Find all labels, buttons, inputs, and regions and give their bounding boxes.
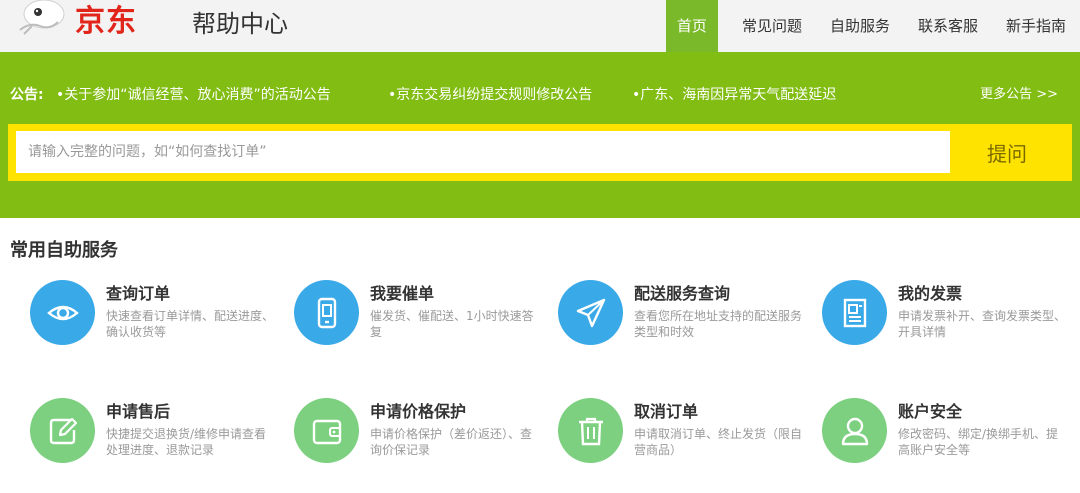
nav-beginner-guide[interactable]: 新手指南 — [992, 0, 1080, 52]
service-description: 申请发票补开、查询发票类型、开具详情 — [898, 309, 1067, 339]
service-title: 申请售后 — [106, 402, 171, 421]
service-title: 配送服务查询 — [634, 284, 731, 303]
service-title: 查询订单 — [106, 284, 171, 303]
service-icon-circle — [822, 280, 887, 345]
service-description: 快速查看订单详情、配送进度、确认收货等 — [106, 309, 275, 339]
hero-banner: 公告: •关于参加“诚信经营、放心消费”的活动公告 •京东交易纠纷提交规则修改公… — [0, 52, 1080, 218]
service-title: 申请价格保护 — [370, 402, 467, 421]
service-description: 申请取消订单、终止发货（限自营商品） — [634, 427, 803, 457]
service-icon-circle — [822, 398, 887, 463]
top-nav: 首页 常见问题 自助服务 联系客服 新手指南 — [665, 0, 1080, 52]
service-title: 取消订单 — [634, 402, 699, 421]
service-title: 账户安全 — [898, 402, 963, 421]
service-icon-circle — [30, 398, 95, 463]
service-after-sale[interactable]: 申请售后 快捷提交退换货/维修申请查看处理进度、退款记录 — [30, 398, 280, 478]
notice-link[interactable]: •广东、海南因异常天气配送延迟 — [632, 80, 836, 110]
question-search-input[interactable] — [16, 131, 950, 173]
nav-faq[interactable]: 常见问题 — [728, 0, 816, 52]
notice-link[interactable]: •关于参加“诚信经营、放心消费”的活动公告 — [56, 80, 331, 110]
header: 京东 帮助中心 首页 常见问题 自助服务 联系客服 新手指南 — [0, 0, 1080, 52]
search-box: 提问 — [8, 124, 1072, 181]
service-title: 我的发票 — [898, 284, 963, 303]
more-notices-link[interactable]: 更多公告 >> — [980, 80, 1058, 110]
edit-icon — [49, 417, 77, 444]
service-query-order[interactable]: 查询订单 快速查看订单详情、配送进度、确认收货等 — [30, 280, 280, 360]
service-my-invoice[interactable]: 我的发票 申请发票补开、查询发票类型、开具详情 — [822, 280, 1072, 360]
notice-label: 公告: — [10, 87, 44, 103]
service-description: 修改密码、绑定/换绑手机、提高账户安全等 — [898, 427, 1059, 457]
service-cancel-order[interactable]: 取消订单 申请取消订单、终止发货（限自营商品） — [558, 398, 808, 478]
brand-logo[interactable]: 京东 — [75, 2, 137, 42]
service-title: 我要催单 — [370, 284, 435, 303]
nav-contact-support[interactable]: 联系客服 — [904, 0, 992, 52]
service-description: 快捷提交退换货/维修申请查看处理进度、退款记录 — [106, 427, 267, 457]
service-account-security[interactable]: 账户安全 修改密码、绑定/换绑手机、提高账户安全等 — [822, 398, 1072, 478]
notice-link[interactable]: •京东交易纠纷提交规则修改公告 — [388, 80, 592, 110]
ask-button[interactable]: 提问 — [950, 131, 1064, 173]
service-icon-circle — [294, 280, 359, 345]
service-icon-circle — [558, 398, 623, 463]
user-icon — [841, 417, 868, 445]
service-urge-order[interactable]: 我要催单 催发货、催配送、1小时快速答复 — [294, 280, 544, 360]
service-description: 催发货、催配送、1小时快速答复 — [370, 309, 534, 339]
service-price-protection[interactable]: 申请价格保护 申请价格保护（差价返还）、查询价保记录 — [294, 398, 544, 478]
service-delivery-query[interactable]: 配送服务查询 查看您所在地址支持的配送服务类型和时效 — [558, 280, 808, 360]
section-title: 常用自助服务 — [10, 240, 118, 261]
jd-mascot-logo[interactable] — [10, 0, 70, 40]
service-icon-circle — [558, 280, 623, 345]
notice-bar: 公告: •关于参加“诚信经营、放心消费”的活动公告 •京东交易纠纷提交规则修改公… — [0, 80, 1080, 110]
phone-icon — [317, 297, 336, 328]
invoice-icon — [843, 298, 866, 327]
service-description: 申请价格保护（差价返还）、查询价保记录 — [370, 427, 533, 457]
wallet-icon — [312, 419, 341, 444]
page-title: 帮助中心 — [192, 10, 288, 38]
eye-icon — [46, 305, 79, 320]
nav-home[interactable]: 首页 — [665, 0, 718, 52]
paper-plane-icon — [576, 298, 605, 327]
service-icon-circle — [30, 280, 95, 345]
service-description: 查看您所在地址支持的配送服务类型和时效 — [634, 309, 803, 339]
nav-self-service[interactable]: 自助服务 — [816, 0, 904, 52]
service-icon-circle — [294, 398, 359, 463]
trash-icon — [578, 417, 603, 445]
